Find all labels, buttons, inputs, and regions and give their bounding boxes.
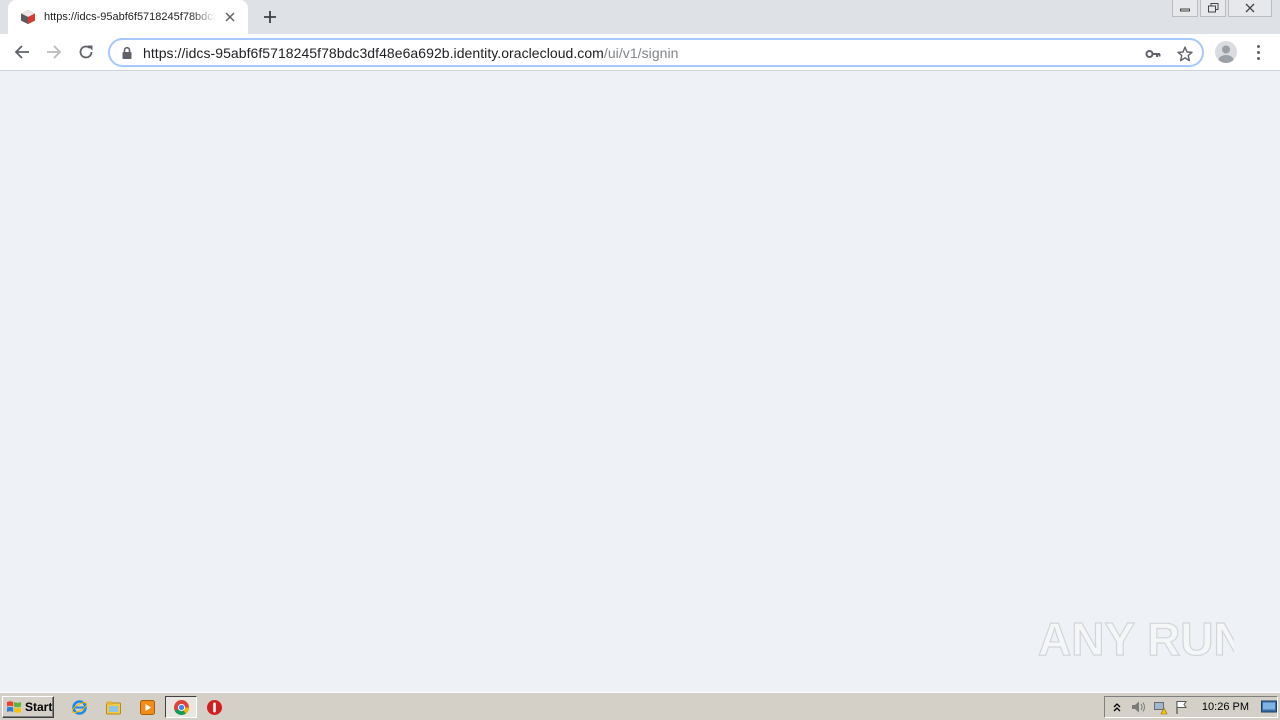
oracle-cloud-favicon-icon	[21, 10, 35, 24]
forward-arrow-icon[interactable]	[42, 40, 66, 64]
chrome-menu-kebab-icon[interactable]	[1250, 41, 1266, 63]
media-player-icon[interactable]	[138, 698, 156, 716]
stop-icon[interactable]	[205, 698, 223, 716]
start-label: Start	[25, 700, 53, 714]
key-icon[interactable]	[1144, 45, 1162, 63]
tab-strip: https://idcs-95abf6f5718245f78bdc3df48e6…	[0, 0, 1280, 34]
close-window-icon[interactable]	[1228, 0, 1272, 17]
volume-speaker-icon[interactable]	[1130, 699, 1146, 715]
url-path: /ui/v1/signin	[603, 44, 679, 61]
new-tab-plus-icon[interactable]	[260, 7, 280, 27]
page-viewport	[0, 72, 1280, 692]
minimize-icon[interactable]	[1172, 0, 1198, 17]
taskbar-clock: 10:26 PM	[1201, 701, 1249, 713]
internet-explorer-icon[interactable]	[70, 698, 88, 716]
start-button[interactable]: Start	[2, 696, 54, 718]
watermark-text: ANY RUN	[1038, 613, 1234, 665]
file-explorer-icon[interactable]	[104, 698, 122, 716]
system-tray: 10:26 PM	[1104, 696, 1278, 718]
tab-title: https://idcs-95abf6f5718245f78bdc3df48e6…	[44, 11, 216, 23]
tab-close-icon[interactable]	[222, 9, 238, 25]
url-host: https://idcs-95abf6f5718245f78bdc3df48e6…	[143, 44, 604, 61]
browser-tab-active[interactable]: https://idcs-95abf6f5718245f78bdc3df48e6…	[8, 0, 248, 34]
windows-logo-icon	[7, 701, 21, 713]
show-desktop-icon[interactable]	[1261, 699, 1277, 715]
windows-taskbar: Start 10:26 PM	[0, 692, 1280, 720]
reload-icon[interactable]	[74, 40, 98, 64]
profile-avatar-icon[interactable]	[1215, 41, 1237, 63]
bookmark-star-icon[interactable]	[1176, 45, 1194, 63]
network-warning-icon[interactable]	[1152, 699, 1168, 715]
anyrun-logo-icon: ANY RUN	[1038, 612, 1234, 665]
url-text: https://idcs-95abf6f5718245f78bdc3df48e6…	[143, 45, 679, 61]
address-bar[interactable]: https://idcs-95abf6f5718245f78bdc3df48e6…	[108, 38, 1204, 67]
lock-icon[interactable]	[120, 46, 134, 60]
anyrun-watermark: ANY RUN	[1038, 606, 1238, 672]
browser-toolbar: https://idcs-95abf6f5718245f78bdc3df48e6…	[0, 34, 1280, 71]
restore-icon[interactable]	[1200, 0, 1226, 17]
show-hidden-icons-chevron-icon[interactable]	[1111, 699, 1124, 715]
chrome-icon[interactable]	[172, 698, 190, 716]
action-center-flag-icon[interactable]	[1174, 699, 1190, 715]
back-arrow-icon[interactable]	[10, 40, 34, 64]
window-controls	[1172, 0, 1272, 18]
